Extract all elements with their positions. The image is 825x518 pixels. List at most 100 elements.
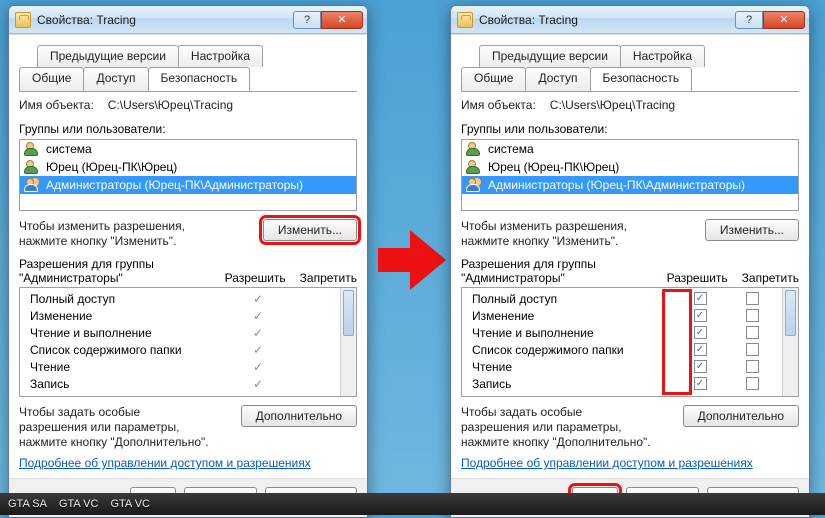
perm-row: Изменение✓ [24,307,336,324]
window-buttons: ? ✕ [293,11,363,29]
user-icon [24,142,40,156]
check-icon: ✓ [232,343,284,357]
perm-title: Разрешения для группы [19,257,154,271]
perm-row: Запись✓ [24,375,336,392]
object-name-label: Имя объекта: [19,98,94,112]
permissions-box: Полный доступ✓ Изменение✓ Чтение и выпол… [19,287,357,397]
window-buttons: ? ✕ [735,11,805,29]
groups-list[interactable]: система Юрец (Юрец-ПК\Юрец) Администрато… [461,139,799,211]
taskbar-item[interactable]: GTA VC [110,498,150,510]
tab-security[interactable]: Безопасность [590,67,693,91]
close-button[interactable]: ✕ [321,11,363,29]
list-item: Администраторы (Юрец-ПК\Администраторы) [20,176,356,194]
edit-button[interactable]: Изменить... [263,219,357,241]
groups-label: Группы или пользователи: [19,122,357,136]
tab-previous-versions[interactable]: Предыдущие версии [37,45,179,67]
perm-row: Чтение и выполнение✓ [24,324,336,341]
tab-general[interactable]: Общие [461,67,526,91]
properties-dialog-before: Свойства: Tracing ? ✕ Предыдущие версии … [8,5,368,518]
perm-row: Полный доступ✓ [24,290,336,307]
list-item: Администраторы (Юрец-ПК\Администраторы) [462,176,798,194]
perm-row: Полный доступ [466,290,778,307]
tab-sharing[interactable]: Доступ [525,67,590,91]
dialog-body: Предыдущие версии Настройка Общие Доступ… [9,34,367,478]
learn-more-link[interactable]: Подробнее об управлении доступом и разре… [461,456,753,470]
allow-checkbox[interactable] [694,326,707,339]
allow-checkbox[interactable] [694,360,707,373]
list-item: Юрец (Юрец-ПК\Юрец) [20,158,356,176]
perm-row: Список содержимого папки [466,341,778,358]
edit-button[interactable]: Изменить... [705,219,799,241]
properties-dialog-after: Свойства: Tracing ? ✕ Предыдущие версии … [450,5,810,518]
tabs: Предыдущие версии Настройка Общие Доступ… [19,45,357,92]
perm-title: Разрешения для группы [461,257,596,271]
scrollbar[interactable] [340,288,356,396]
allow-checkbox[interactable] [694,309,707,322]
help-button[interactable]: ? [735,11,763,29]
scroll-thumb[interactable] [785,290,796,336]
permissions-box: Полный доступ Изменение Чтение и выполне… [461,287,799,397]
tab-general[interactable]: Общие [19,67,84,91]
groups-label: Группы или пользователи: [461,122,799,136]
deny-checkbox[interactable] [746,360,759,373]
tab-security[interactable]: Безопасность [148,67,251,91]
col-deny: Запретить [742,271,799,285]
list-item: система [462,140,798,158]
close-button[interactable]: ✕ [763,11,805,29]
col-allow: Разрешить [225,271,286,285]
tab-previous-versions[interactable]: Предыдущие версии [479,45,621,67]
tab-sharing[interactable]: Доступ [83,67,148,91]
groups-list[interactable]: система Юрец (Юрец-ПК\Юрец) Администрато… [19,139,357,211]
change-hint: Чтобы изменить разрешения, нажмите кнопк… [19,219,209,249]
deny-checkbox[interactable] [746,326,759,339]
perm-row: Запись [466,375,778,392]
group-icon [466,178,482,192]
taskbar-item[interactable]: GTA VC [59,498,99,510]
user-icon [466,160,482,174]
window-title: Свойства: Tracing [479,13,735,27]
check-icon: ✓ [232,309,284,323]
check-icon: ✓ [232,377,284,391]
allow-checkbox[interactable] [694,343,707,356]
deny-checkbox[interactable] [746,309,759,322]
scrollbar[interactable] [782,288,798,396]
window-title: Свойства: Tracing [37,13,293,27]
perm-group: "Администраторы" [19,271,154,285]
allow-checkbox[interactable] [694,292,707,305]
advanced-button[interactable]: Дополнительно [683,405,799,427]
taskbar-item[interactable]: GTA SA [8,498,47,510]
check-icon: ✓ [232,292,284,306]
tab-customize[interactable]: Настройка [620,45,705,67]
titlebar[interactable]: Свойства: Tracing ? ✕ [451,6,809,34]
arrow-icon [378,230,448,290]
advanced-hint: Чтобы задать особые разрешения или парам… [461,405,651,450]
scroll-thumb[interactable] [343,290,354,336]
user-icon [24,160,40,174]
col-allow: Разрешить [667,271,728,285]
help-button[interactable]: ? [293,11,321,29]
advanced-button[interactable]: Дополнительно [241,405,357,427]
deny-checkbox[interactable] [746,292,759,305]
deny-checkbox[interactable] [746,377,759,390]
user-icon [466,142,482,156]
folder-icon [457,12,473,28]
check-icon: ✓ [232,360,284,374]
allow-checkbox[interactable] [694,377,707,390]
folder-icon [15,12,31,28]
object-path: C:\Users\Юрец\Tracing [108,98,233,112]
deny-checkbox[interactable] [746,343,759,356]
dialog-body: Предыдущие версии Настройка Общие Доступ… [451,34,809,478]
change-hint: Чтобы изменить разрешения, нажмите кнопк… [461,219,651,249]
list-item: система [20,140,356,158]
perm-row: Чтение✓ [24,358,336,375]
learn-more-link[interactable]: Подробнее об управлении доступом и разре… [19,456,311,470]
tab-customize[interactable]: Настройка [178,45,263,67]
col-deny: Запретить [300,271,357,285]
titlebar[interactable]: Свойства: Tracing ? ✕ [9,6,367,34]
object-path: C:\Users\Юрец\Tracing [550,98,675,112]
perm-row: Чтение и выполнение [466,324,778,341]
list-item: Юрец (Юрец-ПК\Юрец) [462,158,798,176]
group-icon [24,178,40,192]
taskbar[interactable]: GTA SA GTA VC GTA VC [0,493,825,515]
tabs: Предыдущие версии Настройка Общие Доступ… [461,45,799,92]
